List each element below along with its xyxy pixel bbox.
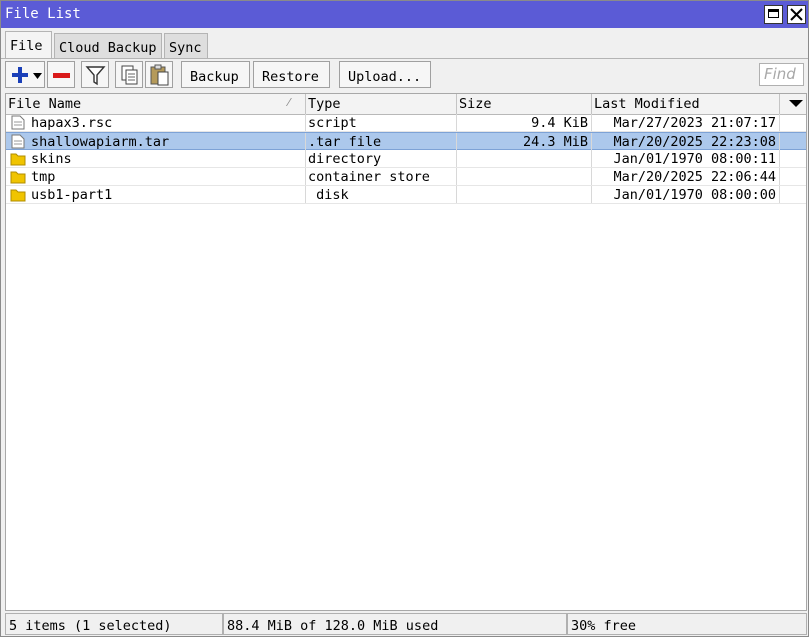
file-table: File Name ⁄ Type Size Last Modified hapa…	[5, 93, 807, 611]
copy-icon	[121, 65, 138, 85]
filter-button[interactable]	[81, 61, 109, 88]
table-row[interactable]: usb1-part1 disk Jan/01/1970 08:00:00	[6, 186, 806, 204]
window-title: File List	[5, 6, 81, 22]
cell-size: 24.3 MiB	[457, 133, 592, 150]
cell-size: 9.4 KiB	[457, 114, 592, 131]
status-storage-used: 88.4 MiB of 128.0 MiB used	[223, 613, 567, 635]
cell-type: script	[306, 114, 457, 131]
cell-last-modified: Jan/01/1970 08:00:00	[592, 186, 780, 203]
cell-last-modified: Mar/20/2025 22:23:08	[592, 133, 780, 150]
cell-file-name: tmp	[6, 168, 306, 185]
status-free-space: 30% free	[567, 613, 807, 635]
status-bar: 5 items (1 selected) 88.4 MiB of 128.0 M…	[5, 613, 807, 635]
file-name: hapax3.rsc	[31, 115, 113, 131]
maximize-button[interactable]	[764, 5, 783, 24]
column-label: Size	[459, 96, 492, 112]
backup-label: Backup	[190, 69, 239, 85]
column-label: Last Modified	[594, 96, 700, 112]
table-header: File Name ⁄ Type Size Last Modified	[6, 94, 806, 115]
cell-size	[457, 150, 592, 167]
tab-cloud-backup[interactable]: Cloud Backup	[54, 33, 162, 58]
minus-icon	[53, 73, 70, 78]
cell-file-name: skins	[6, 150, 306, 167]
column-header-file-name[interactable]: File Name	[6, 94, 306, 114]
cell-last-modified: Mar/20/2025 22:06:44	[592, 168, 780, 185]
toolbar: Backup Restore Upload...	[1, 61, 808, 91]
column-header-type[interactable]: Type	[306, 94, 457, 114]
backup-button[interactable]: Backup	[181, 61, 250, 88]
cell-file-name: hapax3.rsc	[6, 114, 306, 131]
file-name: skins	[31, 151, 72, 167]
cell-type: container store	[306, 168, 457, 185]
cell-type: disk	[306, 186, 457, 203]
file-icon	[11, 134, 25, 149]
upload-button[interactable]: Upload...	[339, 61, 431, 88]
cell-file-name: usb1-part1	[6, 186, 306, 203]
table-row[interactable]: hapax3.rsc script 9.4 KiB Mar/27/2023 21…	[6, 114, 806, 132]
column-label: File Name	[8, 96, 82, 112]
paste-icon	[150, 64, 169, 86]
copy-button[interactable]	[115, 61, 143, 88]
sort-indicator-icon: ⁄	[288, 96, 290, 109]
status-item-count: 5 items (1 selected)	[5, 613, 223, 635]
column-menu-button[interactable]	[786, 94, 806, 114]
column-header-last-modified[interactable]: Last Modified	[592, 94, 780, 114]
file-list-window: File List File Cloud Backup Sync Backup …	[0, 0, 809, 637]
chevron-down-icon	[33, 73, 42, 79]
cell-size	[457, 186, 592, 203]
upload-label: Upload...	[348, 69, 422, 85]
remove-button[interactable]	[47, 61, 75, 88]
tab-label: File	[10, 38, 43, 54]
cell-file-name: shallowapiarm.tar	[6, 133, 306, 150]
cell-type: .tar file	[306, 133, 457, 150]
title-bar[interactable]: File List	[1, 1, 808, 28]
tab-label: Cloud Backup	[59, 40, 157, 56]
folder-icon	[10, 171, 26, 184]
file-name: shallowapiarm.tar	[31, 134, 170, 150]
tab-divider	[1, 58, 808, 59]
close-icon	[790, 8, 803, 21]
table-row[interactable]: skins directory Jan/01/1970 08:00:11	[6, 150, 806, 168]
file-name: tmp	[31, 169, 56, 185]
column-label: Type	[308, 96, 341, 112]
cell-last-modified: Mar/27/2023 21:07:17	[592, 114, 780, 131]
folder-icon	[10, 153, 26, 166]
find-input[interactable]: Find	[759, 63, 804, 86]
file-name: usb1-part1	[31, 187, 113, 203]
restore-button[interactable]: Restore	[253, 61, 330, 88]
add-button[interactable]	[5, 61, 45, 88]
folder-icon	[10, 189, 26, 202]
cell-type: directory	[306, 150, 457, 167]
restore-label: Restore	[262, 69, 319, 85]
tab-file[interactable]: File	[5, 31, 52, 59]
table-row[interactable]: tmp container store Mar/20/2025 22:06:44	[6, 168, 806, 186]
filter-icon	[85, 66, 106, 86]
close-button[interactable]	[787, 5, 806, 24]
tab-sync[interactable]: Sync	[164, 33, 208, 58]
column-header-size[interactable]: Size	[457, 94, 592, 114]
plus-icon	[12, 67, 42, 83]
file-icon	[11, 115, 25, 130]
chevron-down-icon	[789, 100, 803, 107]
tab-label: Sync	[169, 40, 202, 56]
cell-last-modified: Jan/01/1970 08:00:11	[592, 150, 780, 167]
paste-button[interactable]	[145, 61, 173, 88]
table-row-selected[interactable]: shallowapiarm.tar .tar file 24.3 MiB Mar…	[6, 132, 806, 150]
cell-size	[457, 168, 592, 185]
